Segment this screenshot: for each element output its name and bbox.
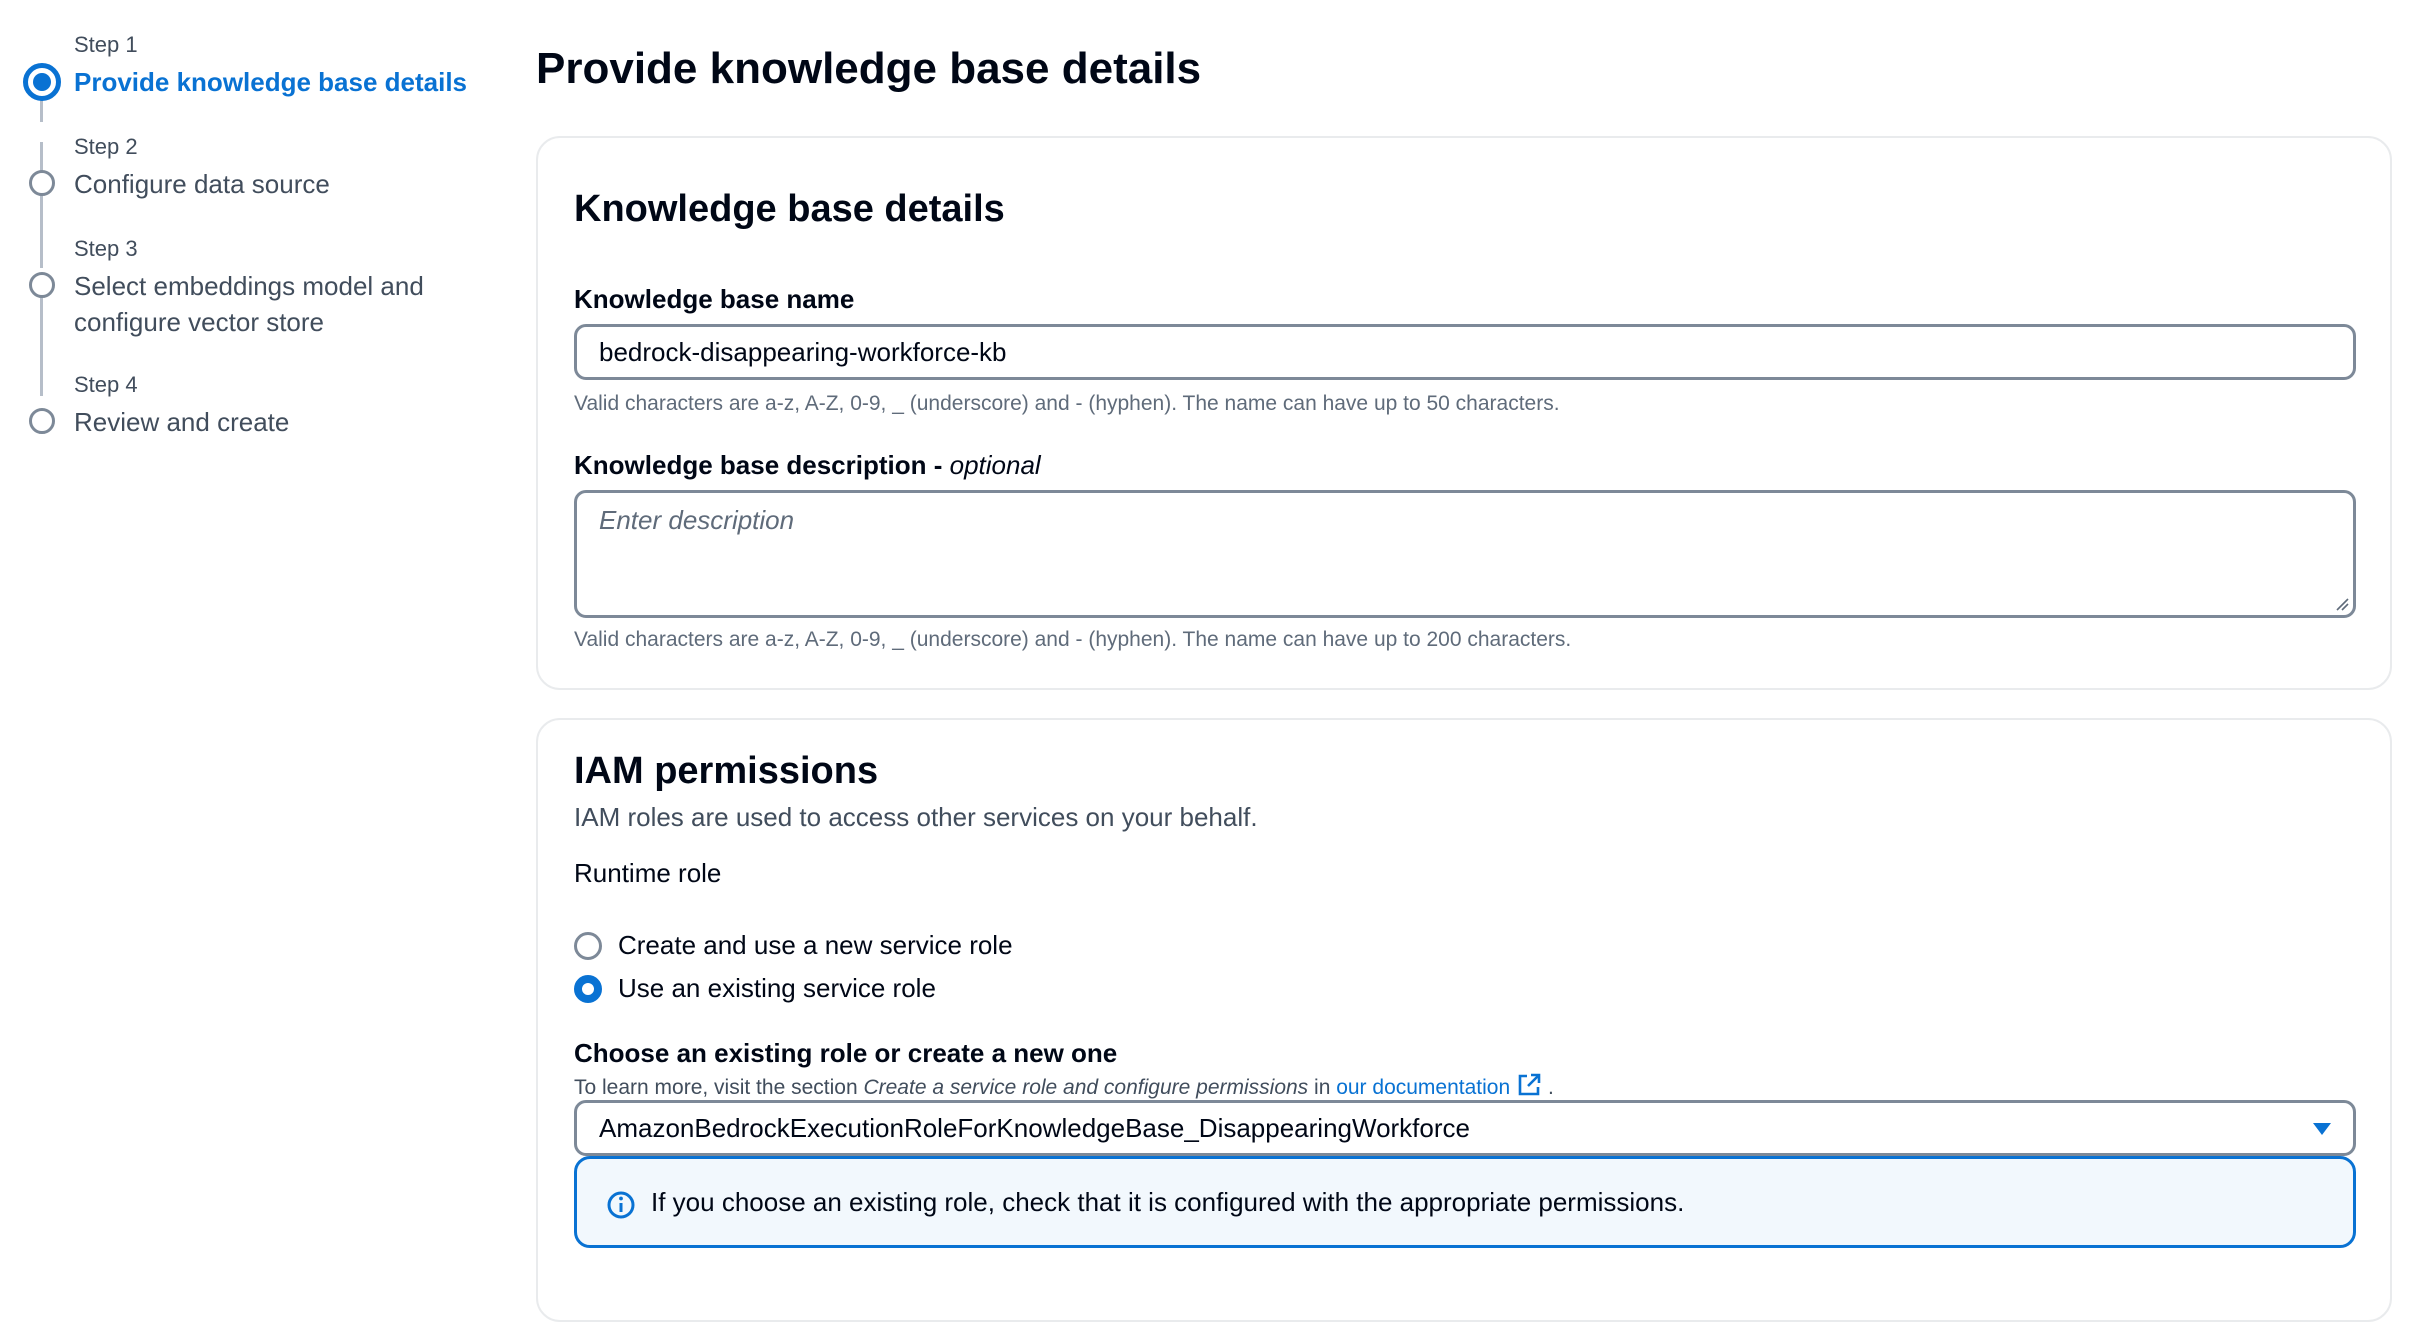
info-alert: If you choose an existing role, check th…: [574, 1156, 2356, 1248]
help-suffix: .: [1548, 1076, 1554, 1099]
step-title: Review and create: [74, 407, 290, 437]
kb-name-input[interactable]: bedrock-disappearing-workforce-kb: [574, 324, 2356, 380]
help-section-name: Create a service role and configure perm…: [863, 1076, 1309, 1099]
step-connector: [40, 290, 43, 396]
resize-handle-icon[interactable]: [2335, 597, 2349, 611]
section-title: Knowledge base details: [574, 188, 1005, 230]
optional-tag: optional: [949, 450, 1041, 480]
documentation-link-text[interactable]: our documentation: [1336, 1076, 1510, 1099]
help-prefix: To learn more, visit the section: [574, 1076, 864, 1099]
wizard-navigation: Step 1 Provide knowledge base details St…: [0, 0, 500, 500]
choose-role-help: To learn more, visit the section Create …: [574, 1072, 1554, 1100]
runtime-role-label: Runtime role: [574, 858, 722, 888]
step-pending-indicator-icon: [29, 272, 55, 298]
step-active-indicator-icon: [23, 63, 61, 101]
caret-down-icon[interactable]: [2311, 1120, 2333, 1138]
help-in: in: [1308, 1076, 1337, 1099]
kb-description-placeholder: Enter description: [599, 505, 795, 535]
step-connector: [40, 142, 43, 268]
page-title: Provide knowledge base details: [536, 44, 1202, 93]
knowledge-base-details-container: Knowledge base details Knowledge base na…: [536, 136, 2392, 690]
external-link-icon[interactable]: [1516, 1072, 1542, 1098]
kb-description-label: Knowledge base description - optional: [574, 450, 1041, 481]
documentation-link[interactable]: our documentation: [1336, 1073, 1542, 1099]
choose-role-label: Choose an existing role or create a new …: [574, 1038, 1118, 1068]
kb-name-label: Knowledge base name: [574, 284, 855, 314]
kb-name-value: bedrock-disappearing-workforce-kb: [599, 337, 1007, 367]
radio-unchecked-icon[interactable]: [574, 932, 602, 960]
step-title[interactable]: Provide knowledge base details: [74, 64, 474, 100]
radio-checked-icon[interactable]: [574, 975, 602, 1003]
alert-text: If you choose an existing role, check th…: [651, 1187, 1685, 1217]
iam-permissions-container: IAM permissions IAM roles are used to ac…: [536, 718, 2392, 1322]
radio-label[interactable]: Create and use a new service role: [618, 930, 1013, 961]
info-icon: [607, 1191, 635, 1219]
kb-description-textarea[interactable]: Enter description: [574, 490, 2356, 618]
step-number: Step 3: [74, 236, 138, 261]
kb-description-constraint: Valid characters are a-z, A-Z, 0-9, _ (u…: [574, 628, 1572, 651]
service-role-select[interactable]: AmazonBedrockExecutionRoleForKnowledgeBa…: [574, 1100, 2356, 1156]
step-number: Step 4: [74, 372, 138, 397]
kb-description-label-text: Knowledge base description -: [574, 450, 950, 480]
step-pending-indicator-icon: [29, 408, 55, 434]
iam-description: IAM roles are used to access other servi…: [574, 802, 1258, 832]
step-title: Configure data source: [74, 169, 330, 199]
kb-name-constraint: Valid characters are a-z, A-Z, 0-9, _ (u…: [574, 392, 1560, 415]
step-pending-indicator-icon: [29, 170, 55, 196]
step-number: Step 1: [74, 32, 138, 57]
radio-label[interactable]: Use an existing service role: [618, 973, 936, 1004]
section-title: IAM permissions: [574, 750, 879, 792]
wizard-page: Step 1 Provide knowledge base details St…: [0, 0, 2410, 1324]
step-number: Step 2: [74, 134, 138, 159]
selected-role-value: AmazonBedrockExecutionRoleForKnowledgeBa…: [599, 1113, 1470, 1143]
step-title: Select embeddings model and configure ve…: [74, 271, 424, 337]
